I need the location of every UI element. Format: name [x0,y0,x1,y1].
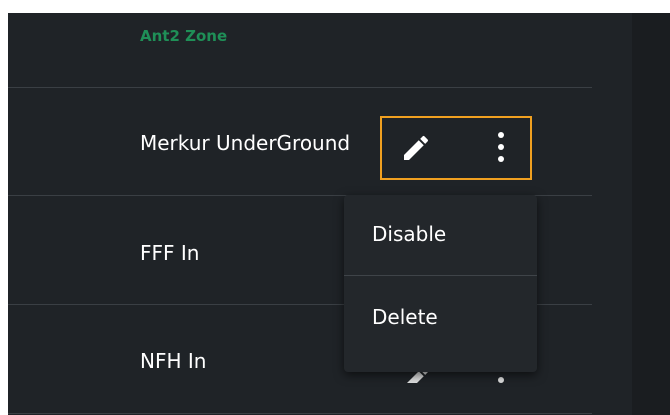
zone-title: Ant2 Zone [140,27,228,45]
side-panel [632,13,670,415]
list-item-label[interactable]: FFF In [140,241,199,265]
menu-item-label: Delete [372,305,438,329]
menu-item-label: Disable [372,222,447,246]
row-divider [8,87,592,88]
menu-item-disable[interactable]: Disable [344,195,537,275]
list-item-label[interactable]: Merkur UnderGround [140,131,350,155]
menu-item-delete[interactable]: Delete [344,276,537,356]
pencil-icon[interactable] [400,132,432,164]
context-menu: Disable Delete [344,195,537,372]
list-item-label[interactable]: NFH In [140,349,206,373]
row-divider [8,413,592,414]
more-vert-icon[interactable] [490,130,512,164]
list-panel: Ant2 Zone Merkur UnderGround FFF In NFH … [8,13,670,415]
